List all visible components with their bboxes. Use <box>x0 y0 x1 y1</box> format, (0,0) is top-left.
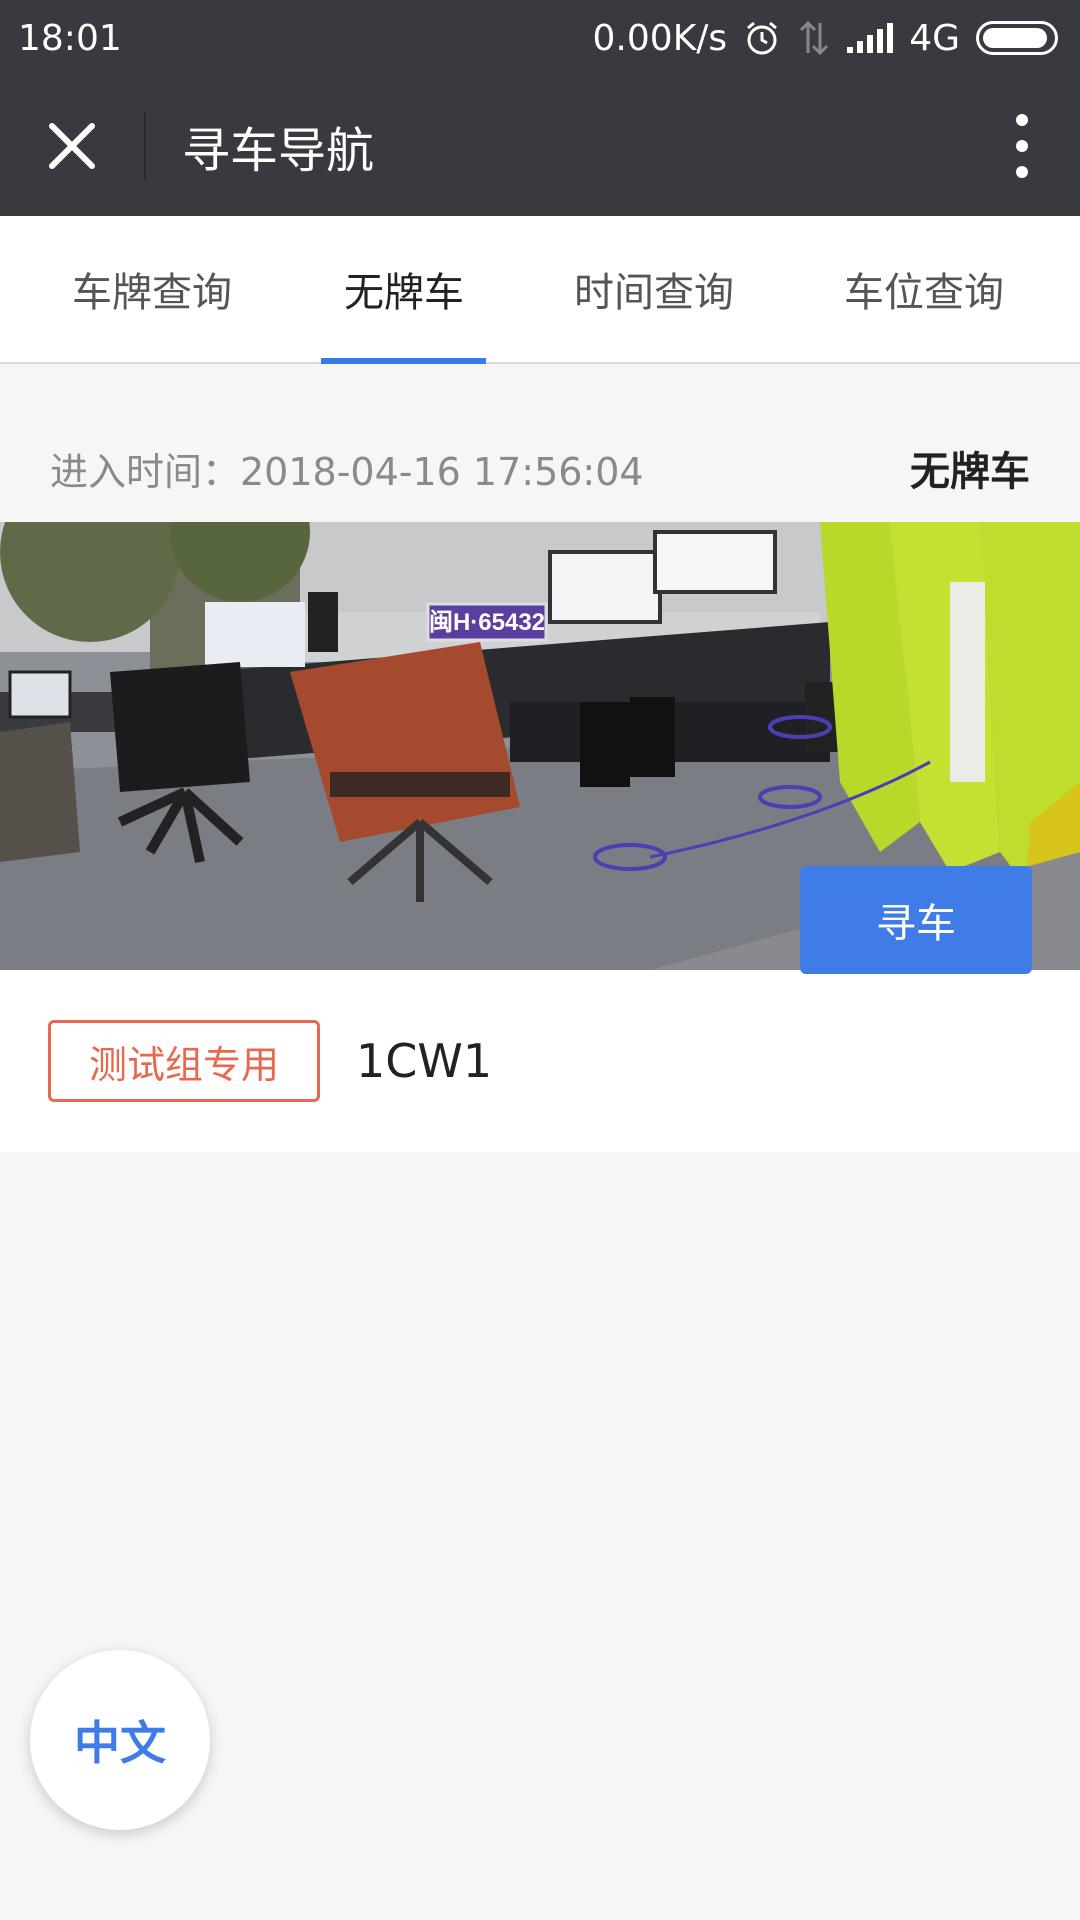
net-speed: 0.00K/s <box>592 17 728 59</box>
record-footer: 测试组专用 1CW1 <box>0 970 1080 1152</box>
snapshot-plate-text: 闽H·65432 <box>429 609 545 636</box>
tab-no-plate[interactable]: 无牌车 <box>280 216 528 362</box>
more-vertical-icon[interactable] <box>1014 114 1030 178</box>
entry-time: 进入时间：2018-04-16 17:56:04 <box>50 449 644 494</box>
battery-icon <box>976 21 1058 55</box>
tab-bar: 车牌查询 无牌车 时间查询 车位查询 <box>0 216 1080 364</box>
vehicle-record-card: 进入时间：2018-04-16 17:56:04 无牌车 闽H·65432 测试… <box>0 414 1080 1152</box>
tab-space-search[interactable]: 车位查询 <box>800 216 1048 362</box>
alarm-icon <box>747 21 778 55</box>
find-car-button[interactable]: 寻车 <box>800 866 1032 974</box>
record-header: 进入时间：2018-04-16 17:56:04 无牌车 <box>0 414 1080 522</box>
active-tab-indicator <box>321 358 486 364</box>
status-time: 18:01 <box>18 17 122 59</box>
data-arrows-icon <box>800 20 829 56</box>
group-tag-badge: 测试组专用 <box>48 1020 320 1102</box>
status-icons: 0.00K/s 4G <box>593 18 1058 59</box>
signal-icon <box>847 23 894 53</box>
nav-divider <box>144 111 146 181</box>
status-bar: 18:01 0.00K/s 4G <box>0 0 1080 76</box>
tab-plate-search[interactable]: 车牌查询 <box>28 216 276 362</box>
tab-time-search[interactable]: 时间查询 <box>530 216 778 362</box>
nav-bar: 寻车导航 <box>0 76 1080 216</box>
plate-type: 无牌车 <box>910 449 1030 495</box>
language-switch-button[interactable]: 中文 <box>30 1650 210 1830</box>
network-type: 4G <box>909 17 960 59</box>
close-icon[interactable] <box>44 118 100 174</box>
plate-number: 1CW1 <box>356 1034 493 1088</box>
page-title: 寻车导航 <box>182 123 375 179</box>
